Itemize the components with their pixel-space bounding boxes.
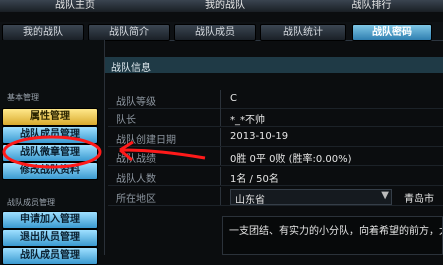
- row-captain: 队长 *_*不帅: [108, 108, 443, 127]
- row-divider: [220, 90, 221, 108]
- member-management-button[interactable]: 战队成员管理: [2, 126, 98, 144]
- city-value[interactable]: 青岛市: [404, 190, 434, 205]
- row-divider: [220, 128, 221, 146]
- row-member-count: 战队人数 1名 / 50名: [108, 167, 443, 186]
- team-info-title: 战队信息: [111, 63, 151, 74]
- subtab-team-members[interactable]: 战队成员: [174, 24, 256, 41]
- top-navigation-bar: 战队主页 我的战队 战队排行: [0, 0, 443, 12]
- value-record: 0胜 0平 0败 (胜率:0.00%): [230, 154, 352, 165]
- row-divider: [220, 108, 221, 126]
- subtab-team-stats[interactable]: 战队统计: [260, 24, 346, 41]
- label-member-count: 战队人数: [116, 174, 156, 185]
- tab-team-home[interactable]: 战队主页: [0, 0, 151, 11]
- row-team-level: 战队等级 C: [108, 90, 443, 109]
- row-created-date: 战队创建日期 2013-10-19: [108, 128, 443, 147]
- label-team-level: 战队等级: [116, 97, 156, 108]
- badge-management-button[interactable]: 战队微章管理: [2, 144, 98, 162]
- value-captain: *_*不帅: [230, 115, 265, 126]
- join-requests-button[interactable]: 申请加入管理: [2, 211, 98, 229]
- sidebar-section-members: 战队成员管理: [7, 198, 55, 207]
- property-management-button[interactable]: 属性管理: [2, 108, 98, 126]
- team-info-header: 战队信息: [105, 57, 443, 74]
- value-created-date: 2013-10-19: [230, 131, 289, 142]
- row-record: 战队战绩 0胜 0平 0败 (胜率:0.00%): [108, 147, 443, 166]
- subtab-my-team[interactable]: 我的战队: [2, 24, 84, 41]
- label-created-date: 战队创建日期: [116, 135, 176, 146]
- row-divider: [220, 187, 221, 205]
- row-divider: [220, 147, 221, 165]
- label-captain: 队长: [116, 115, 136, 126]
- label-region: 所在地区: [116, 194, 156, 205]
- sidebar-section-basic: 基本管理: [7, 93, 39, 102]
- tab-team-ranking[interactable]: 战队排行: [300, 0, 443, 11]
- subtab-team-password[interactable]: 战队密码: [352, 24, 432, 41]
- chevron-down-icon: ▼: [381, 190, 389, 201]
- edit-team-info-button[interactable]: 修改战队资料: [2, 162, 98, 180]
- tab-my-team[interactable]: 我的战队: [150, 0, 301, 11]
- province-select[interactable]: 山东省 ▼: [230, 189, 392, 206]
- quit-members-button[interactable]: 退出队员管理: [2, 229, 98, 247]
- province-value: 山东省: [235, 195, 265, 206]
- subtab-team-intro[interactable]: 战队简介: [88, 24, 170, 41]
- label-record: 战队战绩: [116, 154, 156, 165]
- team-members-button[interactable]: 战队成员管理: [2, 247, 98, 265]
- value-member-count: 1名 / 50名: [230, 174, 279, 185]
- row-divider: [220, 167, 221, 185]
- team-announcement-textarea[interactable]: 一支团结、有实力的小分队，向着希望的前方，大: [222, 216, 443, 255]
- row-region: 所在地区 山东省 ▼ 青岛市: [108, 187, 443, 206]
- value-team-level: C: [230, 93, 237, 104]
